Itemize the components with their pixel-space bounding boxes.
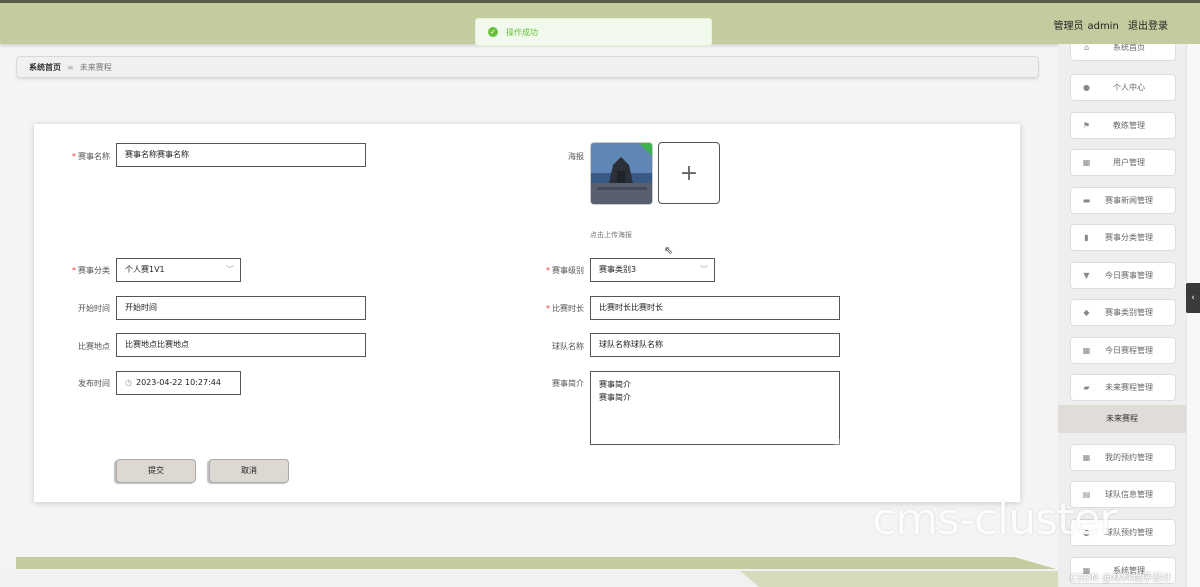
admin-prefix: 管理员 — [1053, 21, 1084, 32]
clock-icon: ◷ — [125, 378, 132, 387]
event-name-label: * 赛事名称 — [72, 152, 110, 161]
grid-icon: ▦ — [1082, 158, 1091, 167]
sidebar-item[interactable]: ▬ 赛事新闻管理 — [1070, 187, 1176, 214]
cancel-button[interactable]: 取消 — [209, 459, 289, 483]
sidebar-item[interactable]: ⚑ 教练管理 — [1070, 112, 1176, 139]
intro-textarea[interactable]: 赛事简介 赛事简介 — [590, 371, 840, 445]
home-icon: ⌂ — [1083, 44, 1090, 52]
poster-label: 海报 — [568, 152, 584, 161]
logout-link[interactable]: 退出登录 — [1128, 21, 1168, 32]
intro-label: 赛事简介 — [552, 379, 584, 388]
footer-band — [16, 557, 1056, 569]
collapse-sidebar-button[interactable]: ‹ — [1186, 283, 1200, 313]
watermark-small: CSDN @林科程序设计 — [1070, 573, 1172, 584]
publish-time-value: 2023-04-22 10:27:44 — [135, 378, 221, 387]
start-time-label: 开始时间 — [78, 304, 110, 313]
poster-upload-tip: 点击上传海报 — [590, 231, 632, 239]
bar-chart-icon: ▮ — [1084, 233, 1089, 242]
plus-icon: + — [679, 160, 699, 186]
sidebar-item[interactable]: ▼ 今日赛事管理 — [1070, 262, 1176, 289]
category-value: 个人赛1V1 — [125, 265, 165, 274]
sidebar-scrollbar[interactable] — [1186, 44, 1200, 587]
sidebar-subitem-active[interactable]: 未来赛程 — [1058, 405, 1186, 433]
sidebar-item[interactable]: ◆ 赛事类别管理 — [1070, 299, 1176, 326]
level-select[interactable]: 赛事类别3 ﹀ — [590, 258, 715, 282]
category-select[interactable]: 个人赛1V1 ﹀ — [116, 258, 241, 282]
success-toast: ✓ 操作成功 — [475, 18, 712, 46]
location-label: 比赛地点 — [78, 342, 110, 351]
poster-thumbnail[interactable] — [590, 142, 653, 205]
breadcrumb-home[interactable]: 系统首页 — [29, 62, 61, 73]
footer-accent — [740, 571, 1058, 587]
publish-time-label: 发布时间 — [78, 379, 110, 388]
resize-handle[interactable] — [834, 439, 840, 445]
duration-input[interactable]: 比赛时长比赛时长 — [590, 296, 840, 320]
sidebar-item[interactable]: ▮ 赛事分类管理 — [1070, 224, 1176, 251]
team-input[interactable]: 球队名称球队名称 — [590, 333, 840, 357]
ticket-icon: ▰ — [1083, 383, 1090, 392]
toast-message: 操作成功 — [506, 27, 538, 37]
sidebar-item[interactable]: ● 个人中心 — [1070, 74, 1176, 101]
start-time-input[interactable]: 开始时间 — [116, 296, 366, 320]
form-card: * 赛事名称 赛事名称赛事名称 海报 + 点击上传海报 * 赛事分类 个人赛1V1 … — [34, 124, 1020, 502]
team-label: 球队名称 — [552, 342, 584, 351]
trophy-icon: ▼ — [1083, 271, 1090, 280]
sidebar-item[interactable]: ▦ 用户管理 — [1070, 149, 1176, 176]
chevron-down-icon: ﹀ — [700, 265, 708, 274]
duration-label: * 比赛时长 — [546, 304, 584, 313]
grid-icon: ▦ — [1082, 346, 1091, 355]
mouse-cursor-icon: ⇖ — [664, 244, 674, 257]
briefcase-icon: ▬ — [1082, 196, 1091, 205]
grid-icon: ▦ — [1082, 453, 1091, 462]
level-value: 赛事类别3 — [599, 265, 637, 274]
sidebar-item[interactable]: ▰ 未来赛程管理 — [1070, 374, 1176, 401]
sidebar-item[interactable]: ⌂ 系统首页 — [1070, 44, 1176, 61]
sidebar-item[interactable]: ▦ 我的预约管理 — [1070, 444, 1176, 471]
check-circle-icon: ✓ — [488, 27, 498, 37]
sidebar-item[interactable]: ▦ 今日赛程管理 — [1070, 337, 1176, 364]
location-icon: ◆ — [1083, 308, 1090, 317]
event-name-input[interactable]: 赛事名称赛事名称 — [116, 143, 366, 167]
location-input[interactable]: 比赛地点比赛地点 — [116, 333, 366, 357]
breadcrumb-separator: ≡ — [67, 62, 74, 72]
chevron-down-icon: ﹀ — [226, 265, 234, 274]
user-icon: ● — [1083, 83, 1090, 92]
flag-icon: ⚑ — [1082, 121, 1091, 130]
watermark-large: cms-cluster — [872, 494, 1117, 545]
category-label: * 赛事分类 — [72, 266, 110, 275]
poster-upload-button[interactable]: + — [658, 142, 720, 204]
admin-name: admin — [1087, 21, 1119, 32]
breadcrumb-current: 未来赛程 — [79, 62, 112, 72]
submit-button[interactable]: 提交 — [116, 459, 196, 483]
breadcrumb: 系统首页 ≡ 未来赛程 — [16, 56, 1039, 78]
user-area: 管理员 admin 退出登录 — [1049, 17, 1168, 32]
publish-time-input[interactable]: ◷ 2023-04-22 10:27:44 — [116, 371, 241, 395]
level-label: * 赛事级别 — [546, 266, 584, 275]
